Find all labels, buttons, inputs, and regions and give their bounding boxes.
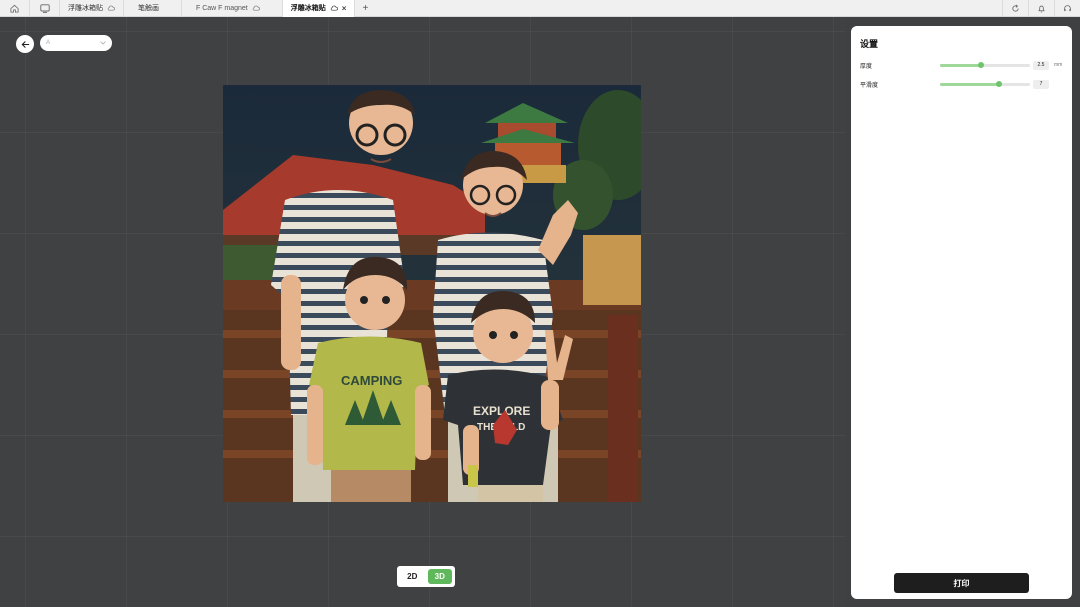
new-tab-button[interactable]: +	[355, 3, 375, 14]
headset-icon[interactable]	[1054, 0, 1080, 17]
smoothness-value-input[interactable]: 7	[1033, 79, 1049, 89]
arrow-left-icon	[21, 40, 29, 48]
smoothness-row: 平滑度 7	[860, 78, 1066, 90]
cloud-icon	[107, 5, 115, 11]
thickness-value-input[interactable]: 2.5	[1033, 60, 1049, 70]
tab-label: F Caw F magnet	[196, 4, 248, 12]
cloud-icon	[252, 5, 260, 11]
svg-text:CAMPING: CAMPING	[341, 373, 402, 388]
smoothness-slider-handle[interactable]	[995, 80, 1002, 87]
smoothness-slider[interactable]	[940, 80, 1030, 87]
print-button[interactable]: 打印	[894, 573, 1029, 593]
tab-brush-painting[interactable]: 笔触画	[124, 0, 182, 17]
bell-icon[interactable]	[1028, 0, 1054, 17]
smoothness-label: 平滑度	[860, 82, 879, 89]
tab-label: 浮雕冰箱贴	[68, 5, 103, 12]
model-select[interactable]: A	[40, 35, 112, 51]
tab-magnet[interactable]: F Caw F magnet	[182, 0, 283, 17]
thickness-slider-fill	[940, 63, 981, 67]
thickness-row: 厚度 2.5 mm	[860, 59, 1066, 71]
home-icon[interactable]	[0, 0, 30, 17]
cloud-icon	[330, 5, 338, 11]
view-mode-toggle: 2D 3D	[397, 566, 455, 587]
view-3d-button[interactable]: 3D	[427, 569, 452, 584]
thickness-label: 厚度	[860, 63, 873, 70]
layout-icon[interactable]	[30, 0, 60, 17]
settings-title: 设置	[860, 39, 879, 49]
model-select-value: A	[46, 40, 51, 46]
view-2d-button[interactable]: 2D	[400, 569, 425, 584]
smoothness-slider-fill	[940, 82, 999, 86]
preview-canvas[interactable]: A CAMPING EXPLORE THE 2D 3D	[0, 17, 845, 607]
refresh-icon[interactable]	[1002, 0, 1028, 17]
tab-relief-magnet-active[interactable]: 浮雕冰箱贴 ×	[282, 0, 356, 17]
close-tab-icon[interactable]: ×	[342, 4, 347, 13]
chevron-down-icon	[100, 41, 106, 45]
back-button[interactable]	[16, 35, 34, 53]
generated-figure-image: CAMPING EXPLORE THE WILD	[223, 85, 641, 502]
settings-panel: 设置 厚度 2.5 mm 平滑度 7 打印	[851, 26, 1072, 599]
thickness-slider[interactable]	[940, 61, 1030, 68]
tab-label: 笔触画	[138, 5, 159, 12]
tab-label: 浮雕冰箱贴	[290, 5, 326, 12]
tab-relief-magnet[interactable]: 浮雕冰箱贴	[60, 0, 124, 17]
tab-bar: 浮雕冰箱贴 笔触画 F Caw F magnet 浮雕冰箱贴 × +	[0, 0, 1080, 17]
thickness-unit: mm	[1054, 62, 1063, 68]
thickness-slider-handle[interactable]	[977, 61, 984, 68]
